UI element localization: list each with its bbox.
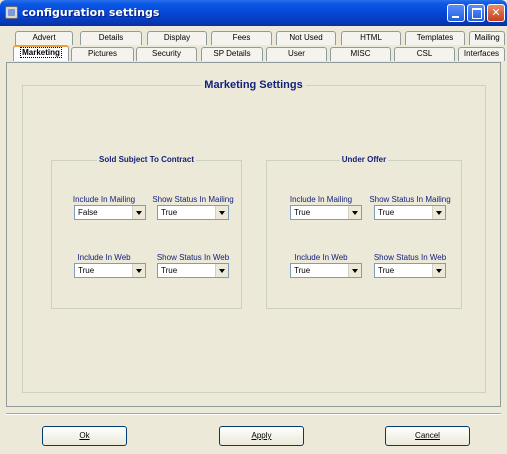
window-title: configuration settings	[22, 6, 160, 19]
include-in-mailing-label: Include In Mailing	[72, 195, 136, 204]
tab-details[interactable]: Details	[80, 31, 142, 45]
include-in-web-label: Include In Web	[294, 253, 348, 262]
tab-display[interactable]: Display	[147, 31, 207, 45]
include-in-web-label: Include In Web	[77, 253, 131, 262]
chevron-down-icon[interactable]	[348, 206, 361, 219]
combo-value: True	[294, 208, 311, 217]
cancel-button-label: Cancel	[415, 431, 440, 440]
combo-value: True	[378, 208, 395, 217]
combo-value: True	[161, 266, 178, 275]
combo-value: True	[378, 266, 395, 275]
chevron-down-icon[interactable]	[132, 264, 145, 277]
tab-marketing[interactable]: Marketing	[13, 45, 69, 61]
chevron-down-icon[interactable]	[348, 264, 361, 277]
group-title-text: Sold Subject To Contract	[97, 155, 196, 164]
section-title-text: Marketing Settings	[201, 79, 306, 91]
tab-templates[interactable]: Templates	[405, 31, 465, 45]
show-status-in-mailing-label: Show Status In Mailing	[369, 195, 451, 204]
sold-show-status-in-mailing-select[interactable]: True	[157, 205, 229, 220]
close-button[interactable]: ✕	[487, 4, 505, 22]
tab-user[interactable]: User	[266, 47, 327, 61]
group-title-text: Under Offer	[339, 155, 389, 164]
tab-html[interactable]: HTML	[341, 31, 401, 45]
ok-button[interactable]: Ok	[42, 426, 127, 446]
maximize-button[interactable]	[467, 4, 485, 22]
offer-include-in-mailing-select[interactable]: True	[290, 205, 362, 220]
tab-mailing[interactable]: Mailing	[469, 31, 505, 45]
offer-show-status-in-web-select[interactable]: True	[374, 263, 446, 278]
tab-csl[interactable]: CSL	[394, 47, 455, 61]
tab-marketing-label: Marketing	[20, 47, 62, 58]
chevron-down-icon[interactable]	[215, 264, 228, 277]
group-under-offer: Under Offer	[266, 155, 462, 309]
minimize-button[interactable]	[447, 4, 465, 22]
tab-advert[interactable]: Advert	[15, 31, 73, 45]
group-sold-subject-to-contract: Sold Subject To Contract	[51, 155, 242, 309]
chevron-down-icon[interactable]	[432, 264, 445, 277]
tab-security[interactable]: Security	[136, 47, 197, 61]
show-status-in-mailing-label: Show Status In Mailing	[152, 195, 234, 204]
title-bar[interactable]: configuration settings ✕	[0, 0, 507, 26]
include-in-mailing-label: Include In Mailing	[289, 195, 353, 204]
offer-show-status-in-mailing-select[interactable]: True	[374, 205, 446, 220]
chevron-down-icon[interactable]	[215, 206, 228, 219]
sold-include-in-web-select[interactable]: True	[74, 263, 146, 278]
cancel-button[interactable]: Cancel	[385, 426, 470, 446]
sold-include-in-mailing-select[interactable]: False	[74, 205, 146, 220]
chevron-down-icon[interactable]	[132, 206, 145, 219]
tab-not-used[interactable]: Not Used	[276, 31, 336, 45]
tab-sp-details[interactable]: SP Details	[201, 47, 263, 61]
group-title: Sold Subject To Contract	[52, 155, 241, 164]
tab-interfaces[interactable]: Interfaces	[458, 47, 505, 61]
tab-fees[interactable]: Fees	[211, 31, 272, 45]
show-status-in-web-label: Show Status In Web	[373, 253, 447, 262]
chevron-down-icon[interactable]	[432, 206, 445, 219]
tab-pictures[interactable]: Pictures	[71, 47, 134, 61]
combo-value: True	[294, 266, 311, 275]
group-title: Under Offer	[267, 155, 461, 164]
show-status-in-web-label: Show Status In Web	[156, 253, 230, 262]
combo-value: True	[161, 208, 178, 217]
configuration-window: configuration settings ✕ Advert Details …	[0, 0, 507, 454]
combo-value: True	[78, 266, 95, 275]
tab-misc[interactable]: MISC	[330, 47, 391, 61]
section-title: Marketing Settings	[0, 79, 507, 91]
ok-button-label: Ok	[79, 431, 90, 440]
sold-show-status-in-web-select[interactable]: True	[157, 263, 229, 278]
divider	[6, 413, 501, 415]
app-icon	[5, 6, 18, 19]
apply-button-label: Apply	[251, 431, 272, 440]
apply-button[interactable]: Apply	[219, 426, 304, 446]
offer-include-in-web-select[interactable]: True	[290, 263, 362, 278]
combo-value: False	[78, 208, 98, 217]
